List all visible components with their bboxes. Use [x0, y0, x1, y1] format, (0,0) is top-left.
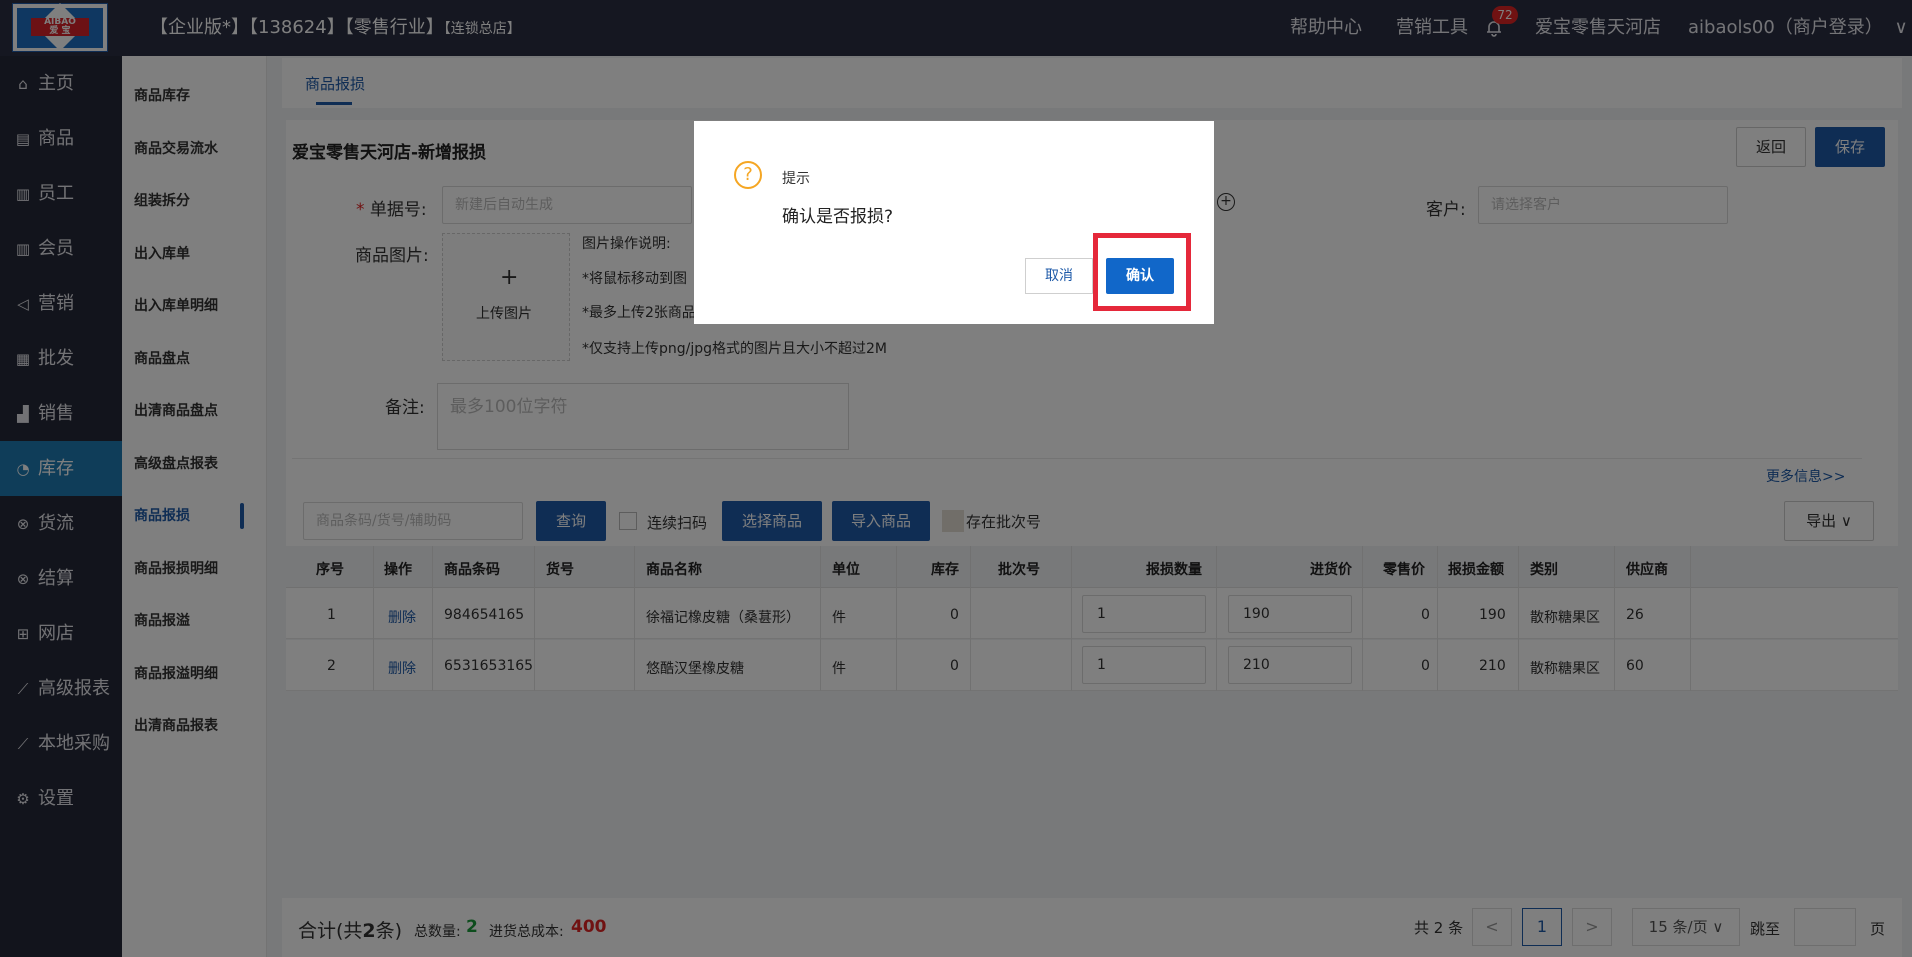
dialog-cancel-button[interactable]: 取消	[1025, 258, 1093, 294]
dialog-message: 确认是否报损?	[782, 207, 894, 227]
dialog-title: 提示	[782, 171, 810, 187]
question-icon: ?	[734, 161, 762, 189]
confirm-highlight-box	[1093, 233, 1191, 311]
